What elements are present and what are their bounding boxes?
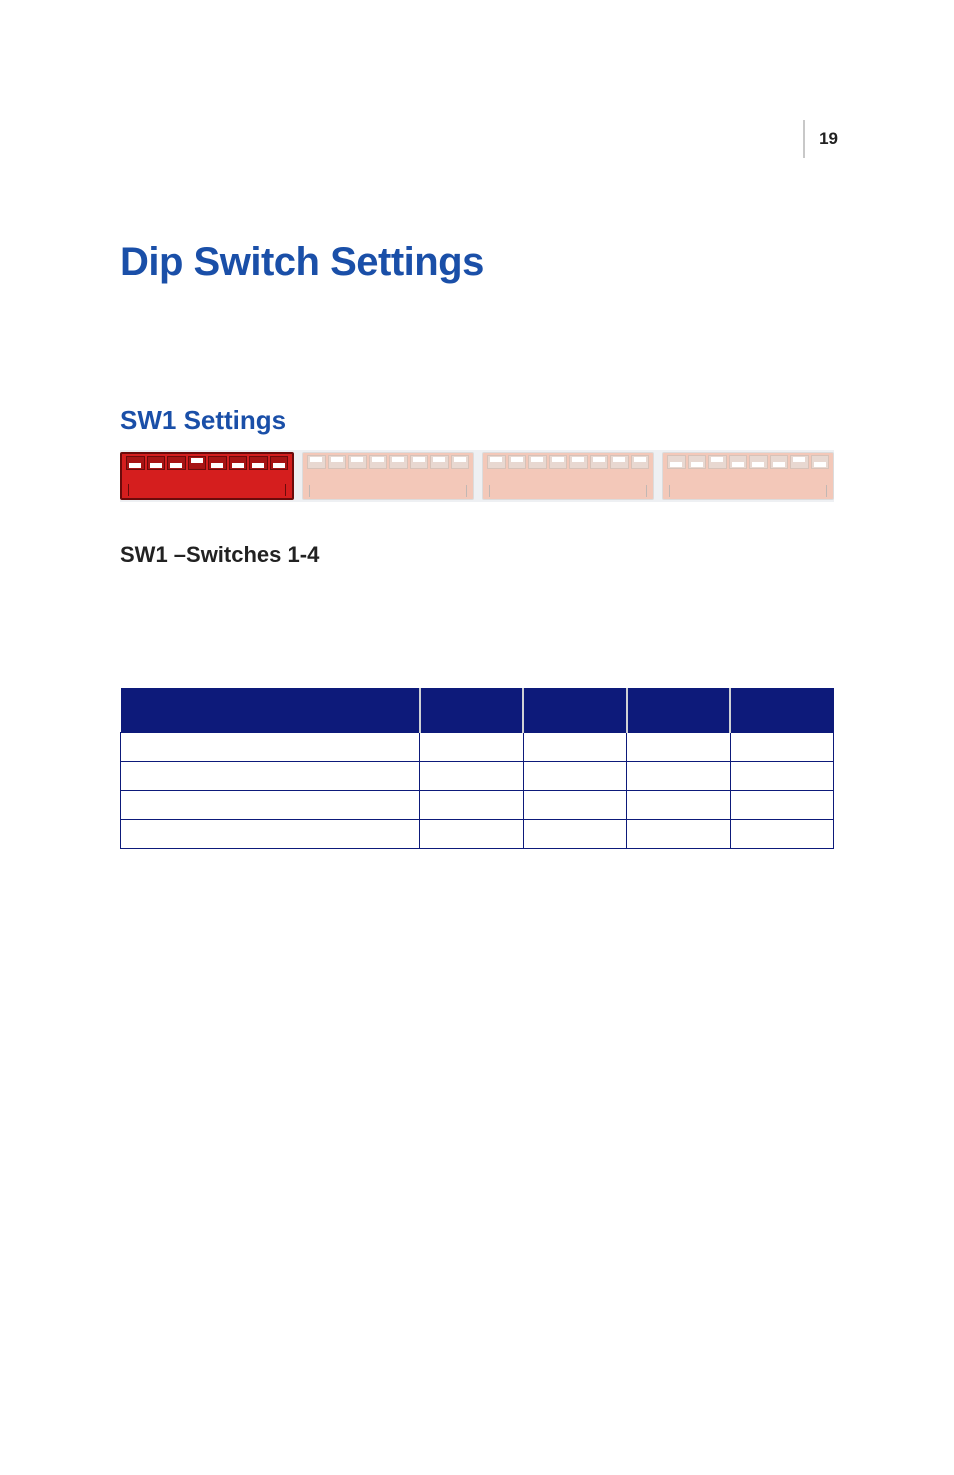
dip-switch-5 [749,455,768,469]
settings-table-wrap [120,688,834,849]
table-cell [523,762,626,791]
table-row [121,791,834,820]
dip-slots [126,456,288,470]
page-title: Dip Switch Settings [120,240,834,285]
dip-switch-1 [487,455,506,469]
dip-switch-8 [631,455,650,469]
page-number-divider [803,120,805,158]
document-page: 19 Dip Switch Settings SW1 Settings SW1 … [0,0,954,1475]
dip-switch-7 [610,455,629,469]
dip-switch-8 [811,455,830,469]
dip-switch-2 [688,455,707,469]
dip-switch-7 [249,456,268,470]
table-cell [121,762,420,791]
dip-switch-5 [389,455,408,469]
dip-switch-4 [729,455,748,469]
dip-slots [667,455,829,469]
dip-switch-4 [369,455,388,469]
dip-switch-1 [126,456,145,470]
dip-switch-2 [508,455,527,469]
dip-switch-8 [451,455,470,469]
table-row [121,762,834,791]
table-cell [523,791,626,820]
dip-switch-3 [528,455,547,469]
settings-table [120,688,834,849]
table-cell [730,820,833,849]
table-cell [420,820,523,849]
table-cell [627,791,730,820]
table-cell [627,820,730,849]
dip-body-line [489,485,647,497]
table-row [121,820,834,849]
table-cell [730,733,833,762]
sw4-bank [662,452,834,500]
table-row [121,733,834,762]
dip-switch-4 [549,455,568,469]
dip-switch-4 [188,456,207,470]
table-header-cell [627,688,730,733]
table-header-cell [420,688,523,733]
table-cell [627,762,730,791]
page-number: 19 [803,120,838,158]
dip-switch-7 [790,455,809,469]
table-cell [420,762,523,791]
dip-switch-3 [348,455,367,469]
dip-body-line [128,484,286,496]
subsection-heading: SW1 –Switches 1-4 [120,542,834,568]
table-header-cell [523,688,626,733]
dip-switch-8 [270,456,289,470]
dip-switch-3 [167,456,186,470]
dip-switch-2 [147,456,166,470]
table-cell [121,791,420,820]
table-header-row [121,688,834,733]
page-number-text: 19 [819,129,838,149]
dip-switch-1 [667,455,686,469]
dip-slots [487,455,649,469]
sw3-bank [482,452,654,500]
table-header-cell [121,688,420,733]
dip-switch-3 [708,455,727,469]
dip-switch-5 [569,455,588,469]
dip-slots [307,455,469,469]
table-cell [627,733,730,762]
dip-switch-6 [770,455,789,469]
dip-switch-6 [410,455,429,469]
dip-switch-2 [328,455,347,469]
table-cell [523,820,626,849]
sw1-bank [120,452,294,500]
sw2-bank [302,452,474,500]
dip-switch-1 [307,455,326,469]
table-cell [730,762,833,791]
table-cell [420,733,523,762]
dip-switch-6 [229,456,248,470]
dip-switch-row [120,450,834,502]
dip-body-line [309,485,467,497]
dip-body-line [669,485,827,497]
table-cell [420,791,523,820]
table-header-cell [730,688,833,733]
table-cell [121,820,420,849]
table-cell [523,733,626,762]
table-cell [121,733,420,762]
dip-switch-6 [590,455,609,469]
table-cell [730,791,833,820]
section-heading-sw1: SW1 Settings [120,405,834,436]
dip-switch-7 [430,455,449,469]
dip-switch-5 [208,456,227,470]
